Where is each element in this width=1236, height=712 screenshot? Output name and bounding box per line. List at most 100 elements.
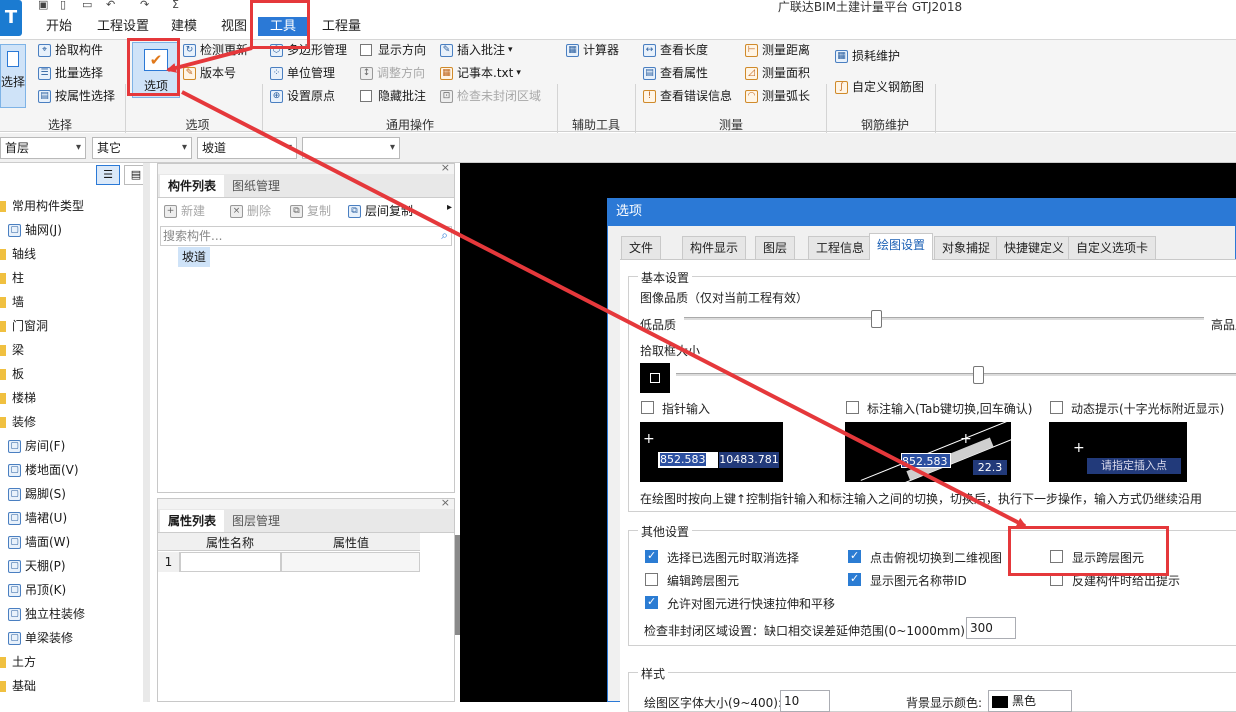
dynamic-hint-checkbox[interactable] xyxy=(1050,401,1063,414)
search-input[interactable]: 搜索构件... xyxy=(160,226,452,246)
tree-item[interactable]: 梁 xyxy=(0,339,24,361)
loss-maintain-button[interactable]: ▦ 损耗维护 xyxy=(835,46,900,66)
redo-icon[interactable]: ↷ xyxy=(140,0,149,11)
open-folder-icon[interactable]: ▭ xyxy=(82,0,92,11)
tree-item[interactable]: ▢ 墙裙(U) xyxy=(8,507,67,529)
background-color-select[interactable]: 黑色 xyxy=(988,690,1072,712)
tree-scrollbar[interactable] xyxy=(143,163,150,702)
view-length-button[interactable]: ↔ 查看长度 xyxy=(643,40,708,60)
view-errors-button[interactable]: ! 查看错误信息 xyxy=(643,86,732,106)
hide-annotation-checkbox[interactable] xyxy=(360,90,372,102)
tree-item[interactable]: 基础 xyxy=(0,675,36,697)
font-size-input[interactable]: 10 xyxy=(780,690,830,712)
menu-project-settings[interactable]: 工程设置 xyxy=(97,17,149,36)
tree-item[interactable]: ▢ 轴网(J) xyxy=(8,219,62,241)
batch-select-button[interactable]: ☰ 批量选择 xyxy=(38,63,103,83)
show-direction-checkbox[interactable] xyxy=(360,44,372,56)
undo-icon[interactable]: ↶ xyxy=(106,0,115,11)
tab-custom-tabs[interactable]: 自定义选项卡 xyxy=(1068,236,1157,259)
tab-component-display[interactable]: 构件显示 xyxy=(682,236,747,259)
tree-item[interactable]: ▢ 踢脚(S) xyxy=(8,483,66,505)
category-select[interactable]: 其它 xyxy=(92,137,192,159)
tab-component-list[interactable]: 构件列表 xyxy=(160,175,225,197)
measure-arc-button[interactable]: ◠ 测量弧长 xyxy=(745,86,810,106)
new-file-icon[interactable]: ▯ xyxy=(60,0,66,11)
check-open-area-button[interactable]: ⊡ 检查未封闭区域 xyxy=(440,86,541,106)
hide-annotation-toggle[interactable]: 隐藏批注 xyxy=(360,86,426,106)
custom-rebar-button[interactable]: ∫ 自定义钢筋图 xyxy=(835,77,924,97)
notepad-button[interactable]: ▦ 记事本.txt ▾ xyxy=(440,63,521,83)
tree-item[interactable]: 轴线 xyxy=(0,243,36,265)
check-update-button[interactable]: ↻ 检测更新 xyxy=(183,40,248,60)
gap-setting-input[interactable]: 300 xyxy=(966,617,1016,639)
list-view-icon[interactable]: ☰ xyxy=(96,165,120,185)
search-icon[interactable]: ⌕ xyxy=(441,228,448,243)
new-component-button[interactable]: + 新建 xyxy=(164,201,205,221)
option-checkbox[interactable] xyxy=(848,572,861,586)
copy-component-button[interactable]: ⧉ 复制 xyxy=(290,201,331,221)
floor-select[interactable]: 首层 xyxy=(0,137,86,159)
tree-item[interactable]: 土方 xyxy=(0,651,36,673)
tab-object-snap[interactable]: 对象捕捉 xyxy=(934,236,999,259)
pick-box-slider-thumb[interactable] xyxy=(973,366,985,384)
tab-file[interactable]: 文件 xyxy=(621,236,662,259)
tree-item[interactable]: 楼梯 xyxy=(0,387,36,409)
tab-layer-manage[interactable]: 图层管理 xyxy=(224,510,288,532)
tree-item[interactable]: 柱 xyxy=(0,267,24,289)
quality-slider-thumb[interactable] xyxy=(871,310,883,328)
menu-modeling[interactable]: 建模 xyxy=(171,17,197,36)
select-by-property-button[interactable]: ▤ 按属性选择 xyxy=(38,86,115,106)
tree-item[interactable]: 板 xyxy=(0,363,24,385)
menu-quantities[interactable]: 工程量 xyxy=(322,17,361,36)
chevron-down-icon[interactable]: ▾ xyxy=(516,63,521,83)
option-checkbox[interactable] xyxy=(645,573,658,586)
insert-annotation-button[interactable]: ✎ 插入批注 ▾ xyxy=(440,40,513,60)
tab-layer[interactable]: 图层 xyxy=(755,236,796,259)
pointer-input-checkbox[interactable] xyxy=(641,401,654,414)
tab-drawing-manage[interactable]: 图纸管理 xyxy=(224,175,288,197)
tree-item[interactable]: ▢ 单梁装修 xyxy=(8,627,73,649)
tree-item[interactable]: 门窗洞 xyxy=(0,315,48,337)
calculator-button[interactable]: ▦ 计算器 xyxy=(566,40,619,60)
measure-area-button[interactable]: ◿ 测量面积 xyxy=(745,63,810,83)
tab-drawing-settings[interactable]: 绘图设置 xyxy=(869,233,934,260)
close-icon[interactable]: × xyxy=(441,496,450,509)
extra-select[interactable] xyxy=(302,137,400,159)
menu-view[interactable]: 视图 xyxy=(221,17,247,36)
tree-item[interactable]: ▢ 吊顶(K) xyxy=(8,579,66,601)
measure-distance-button[interactable]: ⊢ 测量距离 xyxy=(745,40,810,60)
tree-item[interactable]: ▢ 天棚(P) xyxy=(8,555,66,577)
tree-item[interactable]: ▢ 楼地面(V) xyxy=(8,459,79,481)
tab-property-list[interactable]: 属性列表 xyxy=(160,510,225,532)
property-value-cell[interactable] xyxy=(281,552,420,572)
annotation-input-checkbox[interactable] xyxy=(846,401,859,414)
tree-item[interactable]: 墙 xyxy=(0,291,24,313)
show-direction-toggle[interactable]: 显示方向 xyxy=(360,40,426,60)
tree-item[interactable]: 装修 xyxy=(0,411,36,433)
more-icon[interactable]: ▸ xyxy=(447,202,452,213)
pick-box-slider-track[interactable] xyxy=(676,373,1236,377)
app-logo-icon[interactable]: T xyxy=(0,0,22,36)
chevron-down-icon[interactable]: ▾ xyxy=(508,40,513,60)
component-select[interactable]: 坡道 xyxy=(197,137,297,159)
tree-item[interactable]: ▢ 独立柱装修 xyxy=(8,603,85,625)
tab-project-info[interactable]: 工程信息 xyxy=(808,236,873,259)
option-checkbox[interactable] xyxy=(848,549,861,563)
delete-component-button[interactable]: × 删除 xyxy=(230,201,271,221)
version-button[interactable]: ✎ 版本号 xyxy=(183,63,236,83)
tab-shortcut-keys[interactable]: 快捷键定义 xyxy=(996,236,1073,259)
close-icon[interactable]: × xyxy=(441,161,450,174)
unit-manage-button[interactable]: ⁘ 单位管理 xyxy=(270,63,335,83)
option-checkbox[interactable] xyxy=(645,595,658,609)
view-property-button[interactable]: ▤ 查看属性 xyxy=(643,63,708,83)
set-origin-button[interactable]: ⊕ 设置原点 xyxy=(270,86,335,106)
pick-component-button[interactable]: ⌖ 拾取构件 xyxy=(38,40,103,60)
save-icon[interactable]: ▣ xyxy=(38,0,48,11)
floor-copy-button[interactable]: ⧉ 层间复制 xyxy=(348,201,413,221)
quality-slider-track[interactable] xyxy=(684,317,1204,321)
tree-item[interactable]: 常用构件类型 xyxy=(0,195,84,217)
select-big-button[interactable]: 选择 xyxy=(0,44,26,108)
option-checkbox[interactable] xyxy=(645,549,658,563)
sum-icon[interactable]: Σ xyxy=(172,0,179,11)
component-item-ramp[interactable]: 坡道 xyxy=(178,247,211,267)
